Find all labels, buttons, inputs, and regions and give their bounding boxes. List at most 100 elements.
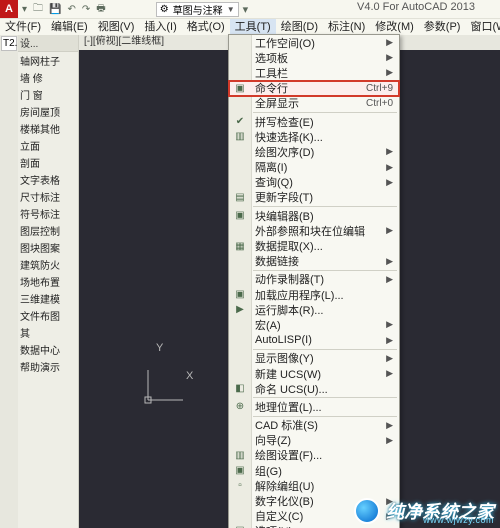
menu-item[interactable]: ▫解除编组(U)	[229, 478, 399, 493]
menu-item-label: 数据链接	[255, 253, 380, 269]
chevron-down-icon: ▼	[227, 5, 235, 14]
menu-item[interactable]: ▦数据提取(X)...	[229, 238, 399, 253]
watermark-badge-icon	[354, 498, 380, 524]
sidebar-item[interactable]: 场地布置	[18, 273, 78, 290]
redo-icon[interactable]: ↷	[82, 4, 90, 15]
version-label: V4.0 For AutoCAD 2013	[357, 1, 475, 13]
menu-item[interactable]: ▣组(G)	[229, 463, 399, 478]
menu-item-icon: ⊕	[232, 401, 248, 412]
sidebar-item[interactable]: 其	[18, 324, 78, 341]
menu-item[interactable]: ▶ 运行脚本(R)...	[229, 302, 399, 317]
sidebar-item[interactable]: 符号标注	[18, 205, 78, 222]
sidebar-item[interactable]: 轴网柱子	[18, 52, 78, 69]
menu-item[interactable]: 外部参照和块在位编辑▶	[229, 223, 399, 238]
menu-item[interactable]: ◧命名 UCS(U)...	[229, 381, 399, 396]
undo-icon[interactable]: ↶	[67, 4, 75, 15]
menu-item-shortcut: Ctrl+9	[366, 83, 393, 94]
menu-item[interactable]: ▣块编辑器(B)	[229, 208, 399, 223]
menu-item-label: AutoLISP(I)	[255, 334, 380, 346]
menu-item[interactable]: ✔拼写检查(E)	[229, 114, 399, 129]
menu-modify[interactable]: 修改(M)	[370, 19, 419, 35]
menu-item[interactable]: ☑选项(N)...	[229, 524, 399, 528]
menu-item[interactable]: 动作录制器(T)▶	[229, 272, 399, 287]
submenu-arrow-icon: ▶	[386, 274, 393, 285]
menu-insert[interactable]: 插入(I)	[139, 19, 181, 35]
print-icon[interactable]: 🖶	[96, 1, 105, 18]
menu-item[interactable]: ▥快速选择(K)...	[229, 129, 399, 144]
menu-dim[interactable]: 标注(N)	[323, 19, 370, 35]
menu-item[interactable]: 查询(Q) ▶	[229, 175, 399, 190]
menu-item-label: 全屏显示	[255, 95, 358, 111]
new-icon[interactable]: ▾	[22, 4, 27, 15]
qat[interactable]: ▾ 🗀 💾 ↶ ↷ 🖶	[22, 1, 106, 18]
menu-item[interactable]: ▥绘图设置(F)...	[229, 448, 399, 463]
menu-item[interactable]: CAD 标准(S)▶	[229, 418, 399, 433]
submenu-arrow-icon: ▶	[386, 335, 393, 346]
menu-window[interactable]: 窗口(W)	[465, 19, 500, 35]
workspace-combo[interactable]: ⚙ 草图与注释 ▼	[156, 2, 239, 17]
menu-item-label: 选项板	[255, 50, 380, 66]
qat-extra[interactable]: ▾	[243, 3, 249, 16]
submenu-arrow-icon: ▶	[386, 162, 393, 173]
submenu-arrow-icon: ▶	[386, 435, 393, 446]
menu-item-icon: ✔	[232, 116, 248, 127]
menu-view[interactable]: 视图(V)	[93, 19, 140, 35]
menu-item[interactable]: 选项板▶	[229, 50, 399, 65]
sidebar-item[interactable]: 数据中心	[18, 341, 78, 358]
sidebar-item[interactable]: 剖面	[18, 154, 78, 171]
menu-item[interactable]: AutoLISP(I) ▶	[229, 333, 399, 348]
sidebar-item[interactable]: 图块图案	[18, 239, 78, 256]
menu-item-label: 隔离(I)	[255, 159, 380, 175]
menu-tools[interactable]: 工具(T)	[230, 19, 276, 35]
menu-item[interactable]: ▣加载应用程序(L)...	[229, 287, 399, 302]
sidebar-item[interactable]: 门 窗	[18, 86, 78, 103]
menu-item-icon: ▣	[232, 83, 248, 94]
menu-bar: 文件(F) 编辑(E) 视图(V) 插入(I) 格式(O) 工具(T) 绘图(D…	[0, 18, 500, 35]
menu-item[interactable]: 工作空间(O)▶	[229, 35, 399, 50]
menu-item[interactable]: 数据链接▶	[229, 254, 399, 269]
menu-draw[interactable]: 绘图(D)	[276, 19, 323, 35]
menu-item[interactable]: 宏(A)▶	[229, 317, 399, 332]
sidebar-item[interactable]: 楼梯其他	[18, 120, 78, 137]
sidebar-item[interactable]: 尺寸标注	[18, 188, 78, 205]
save-icon[interactable]: 💾	[49, 4, 61, 15]
menu-item[interactable]: 向导(Z)▶	[229, 433, 399, 448]
sidebar-item[interactable]: 房间屋顶	[18, 103, 78, 120]
tool-palette: 设... 轴网柱子墙 修门 窗房间屋顶楼梯其他立面剖面文字表格尺寸标注符号标注图…	[18, 34, 79, 528]
menu-item-label: 数据提取(X)...	[255, 238, 393, 254]
sidebar-item[interactable]: 帮助演示	[18, 358, 78, 375]
sidebar-item[interactable]: 立面	[18, 137, 78, 154]
sidebar-item[interactable]: 文字表格	[18, 171, 78, 188]
sidebar-item[interactable]: 建筑防火	[18, 256, 78, 273]
menu-param[interactable]: 参数(P)	[419, 19, 466, 35]
menu-item-label: 块编辑器(B)	[255, 208, 393, 224]
sidebar-item[interactable]: 文件布图	[18, 307, 78, 324]
document-tab[interactable]: T2...	[1, 36, 17, 51]
menu-item-label: 运行脚本(R)...	[255, 302, 393, 318]
menu-item-label: 工具栏	[255, 65, 380, 81]
menu-file[interactable]: 文件(F)	[0, 19, 46, 35]
menu-item[interactable]: 隔离(I) ▶	[229, 160, 399, 175]
submenu-arrow-icon: ▶	[386, 177, 393, 188]
menu-format[interactable]: 格式(O)	[182, 19, 230, 35]
palette-title: 设...	[18, 34, 78, 52]
menu-item[interactable]: 新建 UCS(W)▶	[229, 366, 399, 381]
sidebar-item[interactable]: 图层控制	[18, 222, 78, 239]
menu-item[interactable]: 全屏显示Ctrl+0	[229, 96, 399, 111]
sidebar-item[interactable]: 三维建模	[18, 290, 78, 307]
sidebar-item[interactable]: 墙 修	[18, 69, 78, 86]
menu-item[interactable]: ▤更新字段(T)	[229, 190, 399, 205]
submenu-arrow-icon: ▶	[386, 146, 393, 157]
menu-item[interactable]: 绘图次序(D)▶	[229, 144, 399, 159]
menu-item[interactable]: ▣命令行Ctrl+9	[229, 81, 399, 96]
menu-edit[interactable]: 编辑(E)	[46, 19, 93, 35]
menu-item-icon: ▶	[232, 304, 248, 315]
menu-item[interactable]: 显示图像(Y)▶	[229, 351, 399, 366]
menu-item[interactable]: 工具栏▶	[229, 65, 399, 80]
menu-item-icon: ▣	[232, 465, 248, 476]
menu-item[interactable]: ⊕地理位置(L)...	[229, 399, 399, 414]
menu-item-label: 宏(A)	[255, 317, 380, 333]
menu-item-label: 查询(Q)	[255, 174, 380, 190]
open-icon[interactable]: 🗀	[33, 1, 43, 18]
tool-icon[interactable]: ▾	[243, 3, 249, 16]
